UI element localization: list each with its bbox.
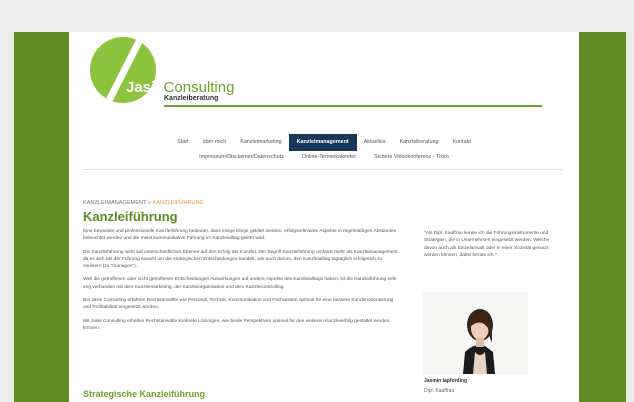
paragraph: Mit Jasis Consulting erhalten Rechtsanwä… — [83, 318, 390, 331]
paragraph: Weil die getroffenen oder nicht getroffe… — [83, 277, 397, 290]
page-title: Kanzleiführung — [83, 209, 178, 224]
profile-photo — [423, 292, 528, 374]
profile-name: Jasmin Iapfording — [424, 378, 468, 384]
nav-item-start[interactable]: Start — [170, 134, 195, 151]
brand-name[interactable]: JasisConsulting — [126, 80, 234, 96]
brand-tagline: Kanzleiberatung — [164, 95, 219, 102]
nav-item-about[interactable]: über mich — [196, 134, 234, 151]
sidebar-quote: "Als Dipl. Kauffrau kenne ich die Führun… — [424, 231, 550, 258]
paragraph: Bei Jasis Consulting erfahren Rechtsanwä… — [83, 298, 394, 311]
breadcrumb-current: KANZLEIFÜHRUNG — [152, 200, 204, 206]
profile-role: Dipl. Kauffrau — [424, 388, 455, 394]
nav-item-calendar[interactable]: Online-Terminkalender — [293, 154, 365, 160]
header-divider — [164, 105, 542, 107]
paragraph: Eine bewusste und professionelle Kanzlei… — [83, 229, 397, 242]
page-content: JasisConsulting Kanzleiberatung Start üb… — [69, 32, 579, 402]
main-text: Eine bewusste und professionelle Kanzlei… — [83, 228, 401, 338]
breadcrumb: KANZLEIMANAGEMENT » KANZLEIFÜHRUNG — [83, 200, 204, 206]
paragraph: Die Kanzleiführung wirkt auf unterschied… — [83, 249, 399, 270]
nav-divider — [83, 169, 563, 170]
brand-name-part2: Consulting — [163, 79, 235, 96]
breadcrumb-separator: » — [147, 200, 151, 206]
nav-item-consulting[interactable]: Kanzleiberatung — [393, 134, 446, 151]
nav-item-management[interactable]: Kanzleimanagement — [288, 134, 357, 151]
nav-item-marketing[interactable]: Kanzleimarketing — [233, 134, 288, 151]
page-frame: JasisConsulting Kanzleiberatung Start üb… — [14, 32, 626, 402]
main-nav: Start über mich Kanzleimarketing Kanzlei… — [69, 134, 579, 151]
nav-item-imprint[interactable]: Impressum/Disclaimer/Datenschutz — [190, 154, 293, 160]
portrait-image — [423, 292, 528, 374]
section-subheading: Strategische Kanzleiführung — [83, 389, 206, 399]
breadcrumb-parent[interactable]: KANZLEIMANAGEMENT — [83, 200, 146, 206]
nav-item-contact[interactable]: Kontakt — [446, 134, 478, 151]
nav-item-videoconference[interactable]: Sichere Videokonferenz - Tixeo — [365, 154, 458, 160]
secondary-nav: Impressum/Disclaimer/Datenschutz Online-… — [69, 154, 579, 160]
nav-item-news[interactable]: Aktuelles — [357, 134, 393, 151]
brand-name-part1: Jasis — [126, 79, 164, 96]
